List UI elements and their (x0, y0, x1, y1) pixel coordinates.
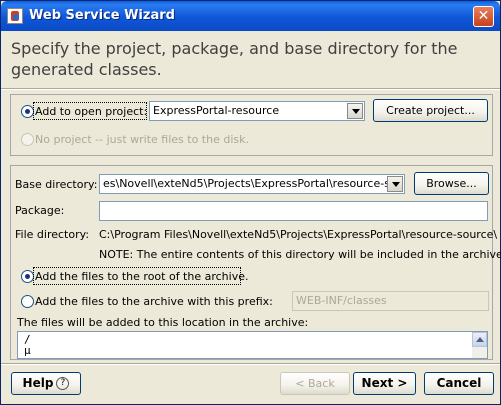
next-button[interactable]: Next > (353, 372, 416, 395)
package-input[interactable] (99, 201, 488, 221)
project-combo-value: ExpressPortal-resource (153, 104, 280, 117)
web-service-wizard-icon (7, 8, 23, 24)
back-button[interactable]: < Back (280, 372, 350, 395)
footer-divider (1, 363, 500, 365)
window-title: Web Service Wizard (29, 8, 175, 23)
help-button-label: Help (22, 376, 54, 390)
archive-prefix-input[interactable]: WEB-INF/classes (292, 291, 489, 311)
header-divider (1, 88, 500, 90)
archive-prefix-label: Add the files to the archive with this p… (35, 295, 273, 308)
project-combo[interactable]: ExpressPortal-resource (149, 101, 365, 121)
archive-location-label: The files will be added to this location… (17, 316, 309, 329)
scroll-up-arrow-icon[interactable] (472, 332, 487, 347)
archive-location-line: / (24, 333, 31, 346)
vertical-scrollbar[interactable] (472, 332, 487, 358)
close-icon[interactable]: ✕ (473, 6, 494, 27)
cancel-button[interactable]: Cancel (424, 372, 494, 395)
file-directory-value: C:\Program Files\Novell\exteNd5\Projects… (99, 228, 498, 241)
web-service-wizard-window: Web Service Wizard ✕ Specify the project… (0, 0, 501, 405)
file-directory-label: File directory: (15, 228, 90, 241)
archive-prefix-radio[interactable] (21, 295, 34, 308)
base-directory-combo[interactable]: es\Novell\exteNd5\Projects\ExpressPortal… (99, 174, 405, 194)
browse-button[interactable]: Browse... (414, 172, 489, 195)
chevron-down-icon[interactable] (387, 176, 403, 192)
create-project-button[interactable]: Create project... (373, 99, 488, 122)
directory-panel: Base directory: es\Novell\exteNd5\Projec… (10, 165, 501, 360)
base-directory-value: es\Novell\exteNd5\Projects\ExpressPortal… (103, 177, 405, 190)
focus-indicator (33, 102, 147, 120)
focus-indicator (33, 267, 241, 285)
chevron-down-icon[interactable] (347, 103, 363, 119)
archive-location-line: µ (24, 344, 31, 357)
project-panel: Add to open project: ExpressPortal-resou… (10, 94, 493, 156)
help-button[interactable]: Help? (11, 372, 81, 395)
base-directory-label: Base directory: (15, 178, 98, 191)
no-project-label: No project -- just write files to the di… (35, 133, 249, 146)
no-project-radio[interactable] (21, 133, 34, 146)
package-label: Package: (15, 204, 65, 217)
title-bar[interactable]: Web Service Wizard ✕ (1, 1, 500, 31)
archive-location-area[interactable]: / µ (17, 331, 488, 359)
help-icon: ? (56, 377, 70, 390)
page-heading: Specify the project, package, and base d… (11, 39, 458, 79)
directory-note: NOTE: The entire contents of this direct… (99, 248, 501, 261)
